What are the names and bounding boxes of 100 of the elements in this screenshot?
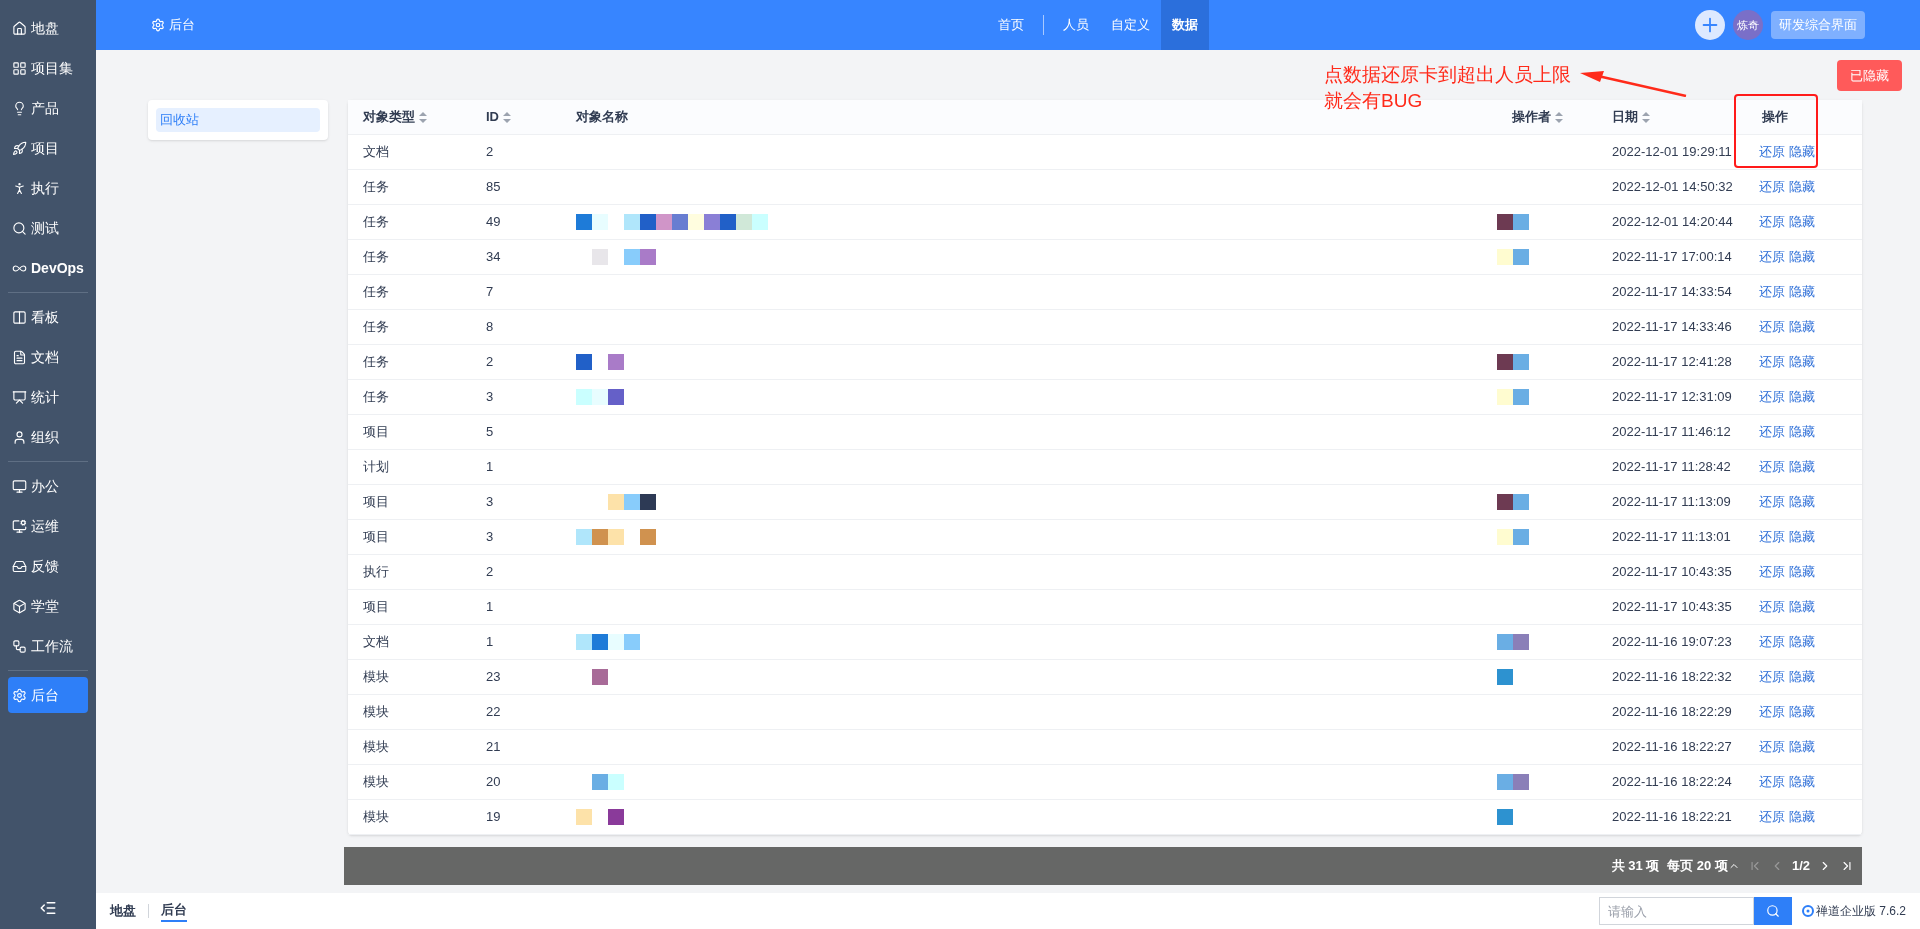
hidden-items-button[interactable]: 已隐藏: [1837, 60, 1902, 91]
table-cell: 2022-11-17 11:28:42: [1612, 459, 1731, 475]
redaction-mosaic: [608, 494, 656, 510]
action-link[interactable]: 还原: [1759, 387, 1785, 407]
action-link[interactable]: 还原: [1759, 142, 1785, 162]
table-cell: 7: [486, 284, 494, 300]
column-header[interactable]: 对象类型: [363, 107, 427, 127]
sidebar-item[interactable]: 项目: [8, 130, 88, 166]
action-link[interactable]: 还原: [1759, 702, 1785, 722]
sidebar-item[interactable]: 产品: [8, 90, 88, 126]
table-cell: 项目: [363, 599, 389, 615]
sidebar-item[interactable]: 工作流: [8, 628, 88, 664]
column-header[interactable]: 操作者: [1512, 107, 1563, 127]
action-link[interactable]: 隐藏: [1789, 457, 1815, 477]
action-link[interactable]: 隐藏: [1789, 282, 1815, 302]
action-link[interactable]: 隐藏: [1789, 737, 1815, 757]
action-link[interactable]: 隐藏: [1789, 492, 1815, 512]
nav-tab[interactable]: 自定义: [1100, 0, 1161, 50]
action-link[interactable]: 还原: [1759, 562, 1785, 582]
action-link[interactable]: 隐藏: [1789, 247, 1815, 267]
breadcrumb-tab[interactable]: 地盘: [110, 901, 136, 921]
table-cell: 任务: [363, 319, 389, 335]
action-link[interactable]: 隐藏: [1789, 702, 1815, 722]
sidebar-item[interactable]: 办公: [8, 468, 88, 504]
action-link[interactable]: 隐藏: [1789, 422, 1815, 442]
sidebar-item[interactable]: 后台: [8, 677, 88, 713]
monitor-icon: [12, 478, 27, 494]
user-avatar[interactable]: 炼奇: [1733, 10, 1763, 40]
action-link[interactable]: 还原: [1759, 352, 1785, 372]
sidebar-item[interactable]: 反馈: [8, 548, 88, 584]
table-cell: 2022-11-16 18:22:32: [1612, 669, 1732, 685]
sort-icon[interactable]: [1642, 111, 1650, 123]
action-link[interactable]: 隐藏: [1789, 352, 1815, 372]
sidebar-item[interactable]: 地盘: [8, 10, 88, 46]
action-link[interactable]: 还原: [1759, 317, 1785, 337]
action-link[interactable]: 隐藏: [1789, 772, 1815, 792]
sidebar-item[interactable]: 执行: [8, 170, 88, 206]
collapse-menu-icon[interactable]: [39, 899, 57, 917]
sidebar-item[interactable]: 测试: [8, 210, 88, 246]
action-link[interactable]: 还原: [1759, 212, 1785, 232]
search-button[interactable]: [1753, 897, 1792, 925]
action-link[interactable]: 隐藏: [1789, 317, 1815, 337]
action-link[interactable]: 隐藏: [1789, 667, 1815, 687]
nav-tab[interactable]: 首页: [987, 0, 1035, 50]
action-link[interactable]: 还原: [1759, 527, 1785, 547]
table-cell: 1: [486, 634, 494, 650]
action-link[interactable]: 隐藏: [1789, 387, 1815, 407]
redaction-mosaic: [1497, 494, 1529, 510]
redaction-mosaic: [1497, 809, 1513, 825]
action-link[interactable]: 隐藏: [1789, 562, 1815, 582]
sort-icon[interactable]: [419, 111, 427, 123]
last-page-icon[interactable]: [1840, 859, 1854, 873]
sidebar-item[interactable]: 学堂: [8, 588, 88, 624]
action-link[interactable]: 隐藏: [1789, 632, 1815, 652]
nav-tab[interactable]: 数据: [1161, 0, 1209, 50]
action-link[interactable]: 还原: [1759, 807, 1785, 827]
action-link[interactable]: 还原: [1759, 282, 1785, 302]
side-menu-item[interactable]: 回收站: [156, 108, 320, 132]
redaction-mosaic: [1497, 389, 1529, 405]
redaction-mosaic: [1497, 634, 1529, 650]
sidebar-item[interactable]: 组织: [8, 419, 88, 455]
action-link[interactable]: 还原: [1759, 667, 1785, 687]
action-link[interactable]: 还原: [1759, 457, 1785, 477]
action-link[interactable]: 隐藏: [1789, 597, 1815, 617]
sidebar-item[interactable]: DevOps: [8, 250, 88, 286]
sort-icon[interactable]: [503, 111, 511, 123]
breadcrumb-tab[interactable]: 后台: [161, 900, 187, 922]
nav-tab[interactable]: 人员: [1052, 0, 1100, 50]
action-link[interactable]: 还原: [1759, 772, 1785, 792]
sort-icon[interactable]: [1555, 111, 1563, 123]
sidebar-item[interactable]: 看板: [8, 299, 88, 335]
sidebar-item[interactable]: 统计: [8, 379, 88, 415]
table-cell: 模块: [363, 739, 389, 755]
action-link[interactable]: 隐藏: [1789, 807, 1815, 827]
board-icon: [12, 309, 27, 325]
column-header[interactable]: 日期: [1612, 107, 1650, 127]
add-button[interactable]: [1695, 10, 1725, 40]
table-cell: 模块: [363, 774, 389, 790]
action-link[interactable]: 隐藏: [1789, 142, 1815, 162]
table-cell: 模块: [363, 669, 389, 685]
table-cell: 2: [486, 354, 494, 370]
action-link[interactable]: 还原: [1759, 247, 1785, 267]
table-cell: 计划: [363, 459, 389, 475]
column-header: 对象名称: [576, 108, 628, 127]
sidebar-item[interactable]: 运维: [8, 508, 88, 544]
search-icon: [12, 220, 27, 236]
page-size-selector[interactable]: 每页 20 项: [1667, 856, 1740, 876]
search-field[interactable]: 请输入: [1598, 897, 1754, 925]
action-link[interactable]: 还原: [1759, 422, 1785, 442]
action-link[interactable]: 还原: [1759, 597, 1785, 617]
sidebar-item[interactable]: 文档: [8, 339, 88, 375]
action-link[interactable]: 还原: [1759, 737, 1785, 757]
action-link[interactable]: 还原: [1759, 177, 1785, 197]
action-link[interactable]: 隐藏: [1789, 177, 1815, 197]
action-link[interactable]: 隐藏: [1789, 212, 1815, 232]
sidebar-item[interactable]: 项目集: [8, 50, 88, 86]
action-link[interactable]: 还原: [1759, 632, 1785, 652]
action-link[interactable]: 还原: [1759, 492, 1785, 512]
action-link[interactable]: 隐藏: [1789, 527, 1815, 547]
column-header[interactable]: ID: [486, 107, 511, 127]
